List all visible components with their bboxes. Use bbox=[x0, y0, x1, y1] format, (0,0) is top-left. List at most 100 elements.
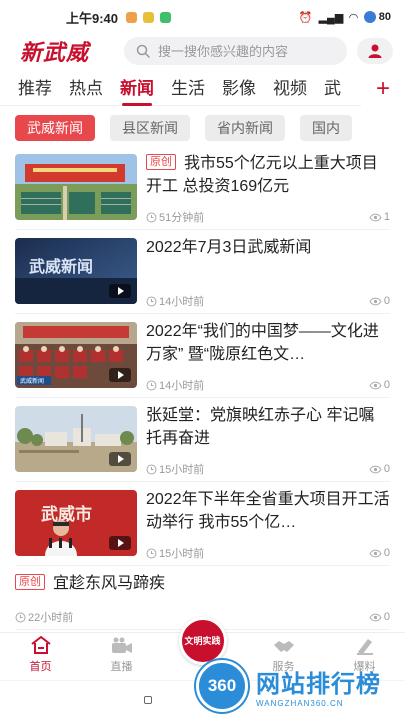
nav-home[interactable]: 首页 bbox=[0, 633, 81, 680]
eye-icon bbox=[369, 613, 382, 621]
publish-time: 15小时前 bbox=[146, 461, 204, 477]
eye-icon bbox=[369, 465, 382, 473]
news-meta: 14小时前 0 bbox=[146, 293, 390, 309]
tab-hot[interactable]: 热点 bbox=[69, 74, 103, 104]
view-count: 0 bbox=[369, 379, 390, 391]
status-bar: 上午9:40 ⏰ ▂▄▆ ◠ 80 bbox=[0, 0, 405, 34]
original-tag: 原创 bbox=[146, 154, 176, 170]
news-title: 2022年7月3日武威新闻 bbox=[146, 239, 312, 256]
system-recents-button[interactable] bbox=[143, 696, 152, 704]
clock-icon bbox=[146, 212, 157, 222]
publish-time: 14小时前 bbox=[146, 293, 204, 309]
news-title: 张延堂：党旗映红赤子心 牢记嘱托再奋进 bbox=[146, 407, 375, 447]
publish-time: 14小时前 bbox=[146, 377, 204, 393]
thumb-caption: 武威市 bbox=[41, 504, 92, 525]
thumb-caption: 武威新闻 bbox=[29, 257, 93, 276]
tab-images[interactable]: 影像 bbox=[222, 74, 256, 104]
news-item[interactable]: 武威新闻 2022年“我们的中国梦——文化进万家” 暨“陇原红色文… 14小时前… bbox=[15, 314, 390, 398]
news-meta: 51分钟前 1 bbox=[146, 209, 390, 225]
view-count: 0 bbox=[369, 547, 390, 559]
play-icon bbox=[109, 284, 131, 298]
clock-icon bbox=[146, 296, 157, 306]
play-icon bbox=[109, 536, 131, 550]
publish-time: 15小时前 bbox=[146, 545, 204, 561]
status-time: 上午9:40 bbox=[66, 10, 119, 26]
battery-indicator: 80 bbox=[363, 11, 391, 23]
play-icon bbox=[109, 368, 131, 382]
news-meta: 15小时前 0 bbox=[146, 545, 390, 561]
news-thumbnail bbox=[15, 406, 137, 472]
nav-home-label: 首页 bbox=[29, 661, 52, 673]
news-title: 2022年下半年全省重大项目开工活动举行 我市55个亿… bbox=[146, 491, 390, 531]
news-item[interactable]: 武威市 2022年下半年全省重大项目开工活动举行 我市55个亿… 15小时前 0 bbox=[15, 482, 390, 566]
clock-icon bbox=[146, 380, 157, 390]
subtab-province-news[interactable]: 省内新闻 bbox=[205, 115, 285, 141]
wifi-icon: ◠ bbox=[349, 11, 358, 24]
news-thumbnail bbox=[15, 154, 137, 220]
publish-time: 51分钟前 bbox=[146, 209, 204, 225]
alarm-icon: ⏰ bbox=[298, 11, 313, 24]
video-camera-icon bbox=[111, 637, 132, 653]
handshake-icon bbox=[273, 641, 294, 652]
app-logo: 新武威 bbox=[20, 40, 90, 66]
news-list: 原创 我市55个亿元以上重大项目开工 总投资169亿元 51分钟前 1 武威新闻 … bbox=[0, 146, 405, 630]
news-meta: 14小时前 0 bbox=[146, 377, 390, 393]
news-title: 2022年“我们的中国梦——文化进万家” 暨“陇原红色文… bbox=[146, 323, 379, 363]
eye-icon bbox=[369, 549, 382, 557]
nav-live-label: 直播 bbox=[110, 661, 133, 673]
edit-icon bbox=[356, 639, 373, 655]
watermark-url: WANGZHAN360.CN bbox=[256, 699, 344, 708]
play-icon bbox=[109, 452, 131, 466]
user-icon bbox=[368, 44, 382, 58]
app-header: 新武威 bbox=[0, 34, 405, 68]
view-count: 0 bbox=[369, 295, 390, 307]
clock-icon bbox=[146, 548, 157, 558]
subtab-wuwei-news[interactable]: 武威新闻 bbox=[15, 115, 95, 141]
eye-icon bbox=[369, 381, 382, 389]
civilization-practice-badge: 文明实践 bbox=[178, 617, 227, 665]
battery-icon bbox=[363, 11, 376, 23]
app-notification-icon bbox=[143, 11, 155, 23]
view-count: 0 bbox=[369, 611, 390, 623]
watermark-title: 网站排行榜 bbox=[256, 671, 381, 698]
news-item[interactable]: 张延堂：党旗映红赤子心 牢记嘱托再奋进 15小时前 0 bbox=[15, 398, 390, 482]
tab-recommend[interactable]: 推荐 bbox=[18, 74, 52, 104]
publish-time: 22小时前 bbox=[15, 609, 73, 625]
news-thumbnail: 武威新闻 bbox=[15, 238, 137, 304]
view-count: 0 bbox=[369, 463, 390, 475]
nav-live[interactable]: 直播 bbox=[81, 633, 162, 680]
app-notification-icon bbox=[126, 11, 138, 23]
search-bar[interactable] bbox=[124, 37, 347, 65]
thumb-caption: 武威新闻 bbox=[20, 377, 44, 385]
original-tag: 原创 bbox=[15, 574, 45, 590]
subtab-domestic-news[interactable]: 国内 bbox=[300, 115, 352, 141]
home-icon bbox=[30, 636, 51, 654]
subtab-county-news[interactable]: 县区新闻 bbox=[110, 115, 190, 141]
tab-video[interactable]: 视频 bbox=[273, 74, 307, 104]
user-profile-button[interactable] bbox=[357, 38, 393, 64]
tab-wuwei[interactable]: 武 bbox=[324, 74, 341, 104]
sub-category-tabs: 武威新闻 县区新闻 省内新闻 国内 bbox=[0, 106, 405, 150]
news-thumbnail: 武威新闻 bbox=[15, 322, 137, 388]
battery-level: 80 bbox=[378, 11, 391, 23]
clock-icon bbox=[146, 464, 157, 474]
news-thumbnail: 武威市 bbox=[15, 490, 137, 556]
news-meta: 15小时前 0 bbox=[146, 461, 390, 477]
watermark: 360 网站排行榜 WANGZHAN360.CN bbox=[196, 660, 381, 712]
app-notification-icon bbox=[160, 11, 172, 23]
tab-news[interactable]: 新闻 bbox=[120, 74, 154, 106]
eye-icon bbox=[369, 213, 382, 221]
news-title: 原创 宜趁东风马蹄疾 bbox=[15, 572, 390, 595]
watermark-logo: 360 bbox=[196, 660, 248, 712]
news-item[interactable]: 原创 我市55个亿元以上重大项目开工 总投资169亿元 51分钟前 1 bbox=[15, 146, 390, 230]
search-icon bbox=[136, 44, 150, 58]
news-title: 原创 我市55个亿元以上重大项目开工 总投资169亿元 bbox=[146, 154, 378, 195]
eye-icon bbox=[369, 297, 382, 305]
tab-life[interactable]: 生活 bbox=[171, 74, 205, 104]
news-item[interactable]: 武威新闻 2022年7月3日武威新闻 14小时前 0 bbox=[15, 230, 390, 314]
add-channel-button[interactable]: + bbox=[361, 72, 405, 106]
signal-icon: ▂▄▆ bbox=[318, 11, 344, 24]
clock-icon bbox=[15, 612, 26, 622]
search-input[interactable] bbox=[158, 43, 335, 59]
channel-tabs: 推荐 热点 新闻 生活 影像 视频 武 + bbox=[0, 72, 405, 106]
